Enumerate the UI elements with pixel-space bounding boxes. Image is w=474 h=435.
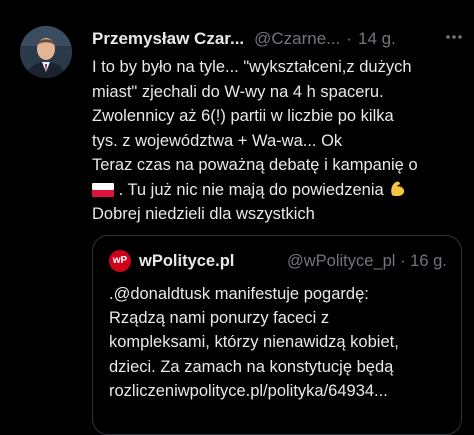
quoted-author-handle[interactable]: @wPolityce_pl: [287, 252, 395, 270]
quoted-tweet-text: .@donaldtusk manifestuje pogardę: Rządzą…: [109, 282, 459, 403]
wpolityce-logo-avatar[interactable]: wP: [109, 250, 131, 272]
tweet-line: Dobrej niedzieli dla wszystkich: [92, 205, 315, 223]
quoted-line: kompleksami, którzy nienawidzą kobiet,: [109, 333, 399, 352]
tweet-line: tys. z województwa + Wa-wa... Ok: [92, 131, 343, 150]
separator-dot: ·: [346, 29, 353, 48]
more-horizontal-icon[interactable]: [444, 26, 464, 51]
avatar[interactable]: [20, 26, 72, 78]
quoted-tweet[interactable]: wP wPolityce.pl @wPolityce_pl · 16 g. .@…: [92, 235, 462, 435]
tweet-line: miast" zjechali do W-wy na 4 h spaceru.: [92, 82, 384, 101]
quoted-line: dzieci. Za zamach na konstytucję będą: [109, 357, 394, 376]
tweet-line: Teraz czas na poważną debatę i kampanię …: [92, 156, 418, 174]
separator-dot: ·: [400, 252, 406, 270]
quoted-meta: @wPolityce_pl · 16 g.: [287, 250, 447, 272]
tweet-text: I to by było na tyle... "wykształceni,z …: [92, 55, 464, 227]
tweet[interactable]: Przemysław Czar... @Czarne... · 14 g. I to …: [0, 0, 474, 435]
flexed-biceps-emoji: [388, 178, 408, 206]
tweet-line-with-emoji: . Tu już nic nie mają do powiedzenia: [92, 178, 464, 203]
tweet-line: Zwolennicy aż 6(!) partii w liczbie po k…: [92, 107, 394, 125]
tweet-header: Przemysław Czar... @Czarne... · 14 g.: [92, 28, 464, 50]
author-name[interactable]: Przemysław Czar...: [92, 29, 244, 48]
timestamp[interactable]: 14 g.: [358, 29, 396, 48]
quoted-author-name[interactable]: wPolityce.pl: [139, 250, 234, 272]
quoted-line: .@donaldtusk manifestuje pogardę:: [109, 285, 369, 303]
quoted-timestamp[interactable]: 16 g.: [410, 252, 447, 270]
quoted-line: rozliczeniwpolityce.pl/polityka/64934...: [109, 381, 388, 400]
tweet-line: . Tu już nic nie mają do powiedzenia: [114, 180, 389, 199]
tweet-line: I to by było na tyle... "wykształceni,z …: [92, 58, 412, 76]
quoted-line: Rządzą nami ponurzy faceci z: [109, 309, 330, 328]
author-handle[interactable]: @Czarne...: [254, 29, 340, 48]
